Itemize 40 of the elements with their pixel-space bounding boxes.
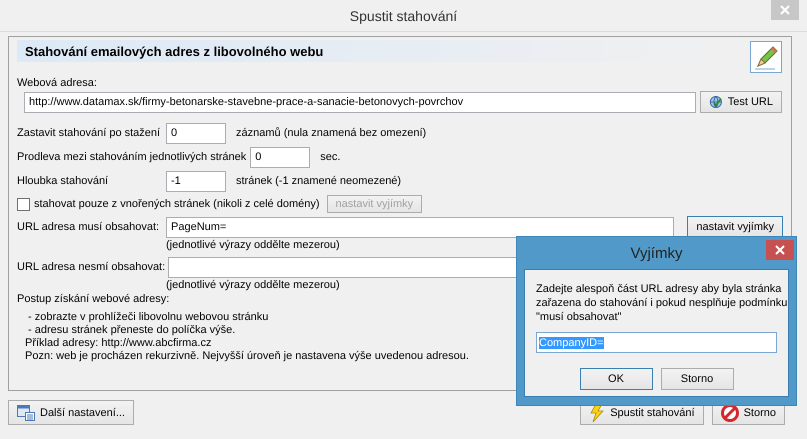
form-icon: [17, 404, 35, 420]
dialog-message: Zadejte alespoň část URL adresy aby byla stránka zařazena do stahování i pokud nesplňuje podmínku "musí obsahovat": [536, 282, 788, 324]
url-label: Webová adresa:: [17, 77, 97, 89]
exceptions-button[interactable]: nastavit vyjímky: [687, 216, 783, 238]
setting-label: Prodleva mezi stahováním jednotlivých stránek: [17, 151, 246, 163]
filter-hint: (jednotlivé výrazy oddělte mezerou): [166, 278, 340, 292]
ok-button[interactable]: OK: [580, 368, 652, 390]
unit-label: sec.: [320, 151, 340, 163]
unit-label: stránek (-1 znamené neomezené): [236, 175, 402, 187]
filter-label: URL adresa nesmí obsahovat:: [17, 261, 164, 273]
window-title: Spustit stahování: [350, 8, 458, 24]
setting-label: Zastavit stahování po stažení: [17, 127, 162, 139]
cancel-button[interactable]: Storno: [660, 368, 734, 390]
url-field[interactable]: http://www.datamax.sk/firmy-betonarske-stavebne-prace-a-sanacie-betonovych-povrchov: [24, 92, 696, 112]
more-settings-button[interactable]: Další nastavení...: [8, 400, 134, 425]
number-field[interactable]: 0: [166, 122, 226, 144]
stop-icon: [720, 404, 739, 422]
pencil-icon: [754, 44, 778, 70]
unit-label: záznamů (nula znamená bez omezení): [236, 127, 426, 139]
setting-label: Hloubka stahování: [17, 175, 110, 187]
number-field[interactable]: 0: [250, 146, 310, 168]
checkbox[interactable]: [17, 198, 30, 210]
instruction-line: Pozn: web je procházen rekurzivně. Nejvyšší úroveň je nastavena výše uvedenou adresou.: [24, 350, 469, 363]
close-icon: [775, 245, 785, 255]
filter-field[interactable]: PageNum=: [166, 216, 674, 238]
lightning-icon: [589, 404, 606, 422]
instruction-line: Příklad adresy: http://www.abcfirma.cz: [24, 337, 212, 350]
instruction-line: - zobrazte v prohlížeči libovolnu webovou stránku: [27, 311, 268, 324]
number-field[interactable]: -1: [166, 170, 226, 192]
filter-hint: (jednotlivé výrazy oddělte mezerou): [166, 238, 340, 252]
filter-label: URL adresa musí obsahovat:: [17, 221, 160, 233]
test-url-button[interactable]: Test URL: [700, 91, 782, 113]
close-icon: [780, 5, 790, 15]
checkbox-label: stahovat pouze z vnořených stránek (nikoli z celé domény): [34, 198, 320, 210]
globe-icon: [709, 94, 723, 110]
instructions-heading: Postup získání webové adresy:: [17, 293, 170, 306]
instruction-line: - adresu stránek přeneste do políčka výše.: [27, 324, 236, 337]
edit-button[interactable]: [750, 41, 782, 73]
close-button[interactable]: [766, 240, 794, 260]
dialog-title: Vyjímky: [630, 244, 682, 262]
